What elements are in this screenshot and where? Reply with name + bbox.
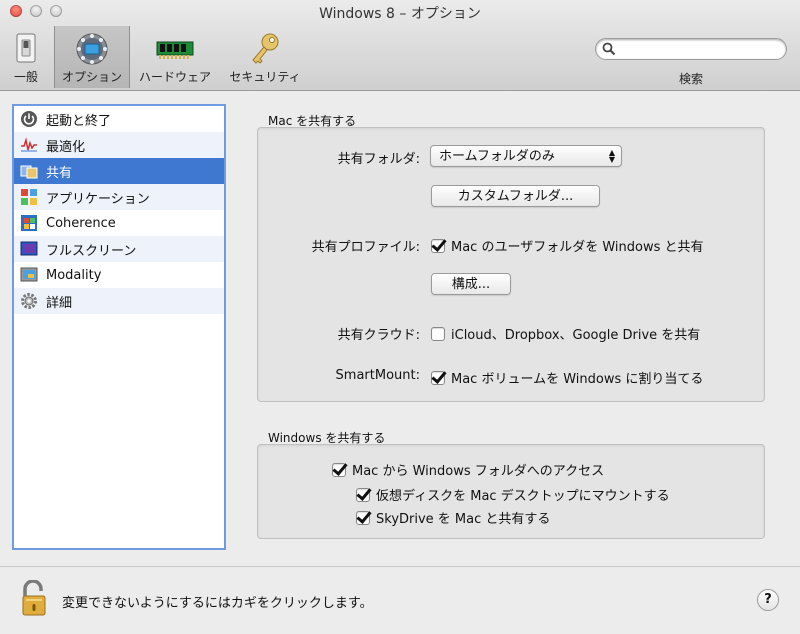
windows-access-checkbox[interactable]: Mac から Windows フォルダへのアクセス (332, 460, 604, 479)
lock-icon[interactable] (20, 579, 48, 622)
sidebar-item-startup-shutdown[interactable]: 起動と終了 (14, 106, 224, 132)
fullscreen-icon (20, 240, 38, 258)
folders-icon (20, 162, 38, 180)
mount-disk-check[interactable] (356, 487, 370, 502)
sidebar-item-advanced[interactable]: 詳細 (14, 288, 224, 314)
coherence-icon (20, 214, 38, 232)
sidebar-item-coherence[interactable]: Coherence (14, 210, 224, 236)
shared-folders-popup[interactable]: ホームフォルダのみ ▲ ▼ (430, 145, 622, 167)
options-window: Windows 8 – オプション 一般 オプション ハードウェア セキュリティ… (0, 0, 800, 634)
shared-cloud-check[interactable] (431, 326, 445, 341)
search-input[interactable] (618, 41, 782, 59)
windows-access-check[interactable] (332, 462, 346, 477)
toolbar-options[interactable]: オプション (54, 26, 130, 88)
custom-folder-button[interactable]: カスタムフォルダ... (431, 185, 600, 207)
key-icon (248, 32, 282, 69)
window-title: Windows 8 – オプション (319, 6, 481, 22)
configure-button[interactable]: 構成... (431, 273, 511, 295)
skydrive-checkbox[interactable]: SkyDrive を Mac と共有する (356, 508, 550, 527)
search-area: 検索 (595, 38, 787, 86)
help-button[interactable]: ? (757, 589, 779, 611)
switch-icon (11, 32, 41, 67)
smartmount-check[interactable] (431, 370, 445, 385)
skydrive-check[interactable] (356, 510, 370, 525)
sidebar-item-optimization[interactable]: 最適化 (14, 132, 224, 158)
lock-text: 変更できないようにするにはカギをクリックします。 (62, 596, 373, 611)
title-toolbar: Windows 8 – オプション 一般 オプション ハードウェア セキュリティ… (0, 0, 800, 91)
activity-icon (20, 136, 38, 154)
shared-cloud-label: 共有クラウド: (337, 328, 420, 343)
sidebar-item-applications[interactable]: アプリケーション (14, 184, 224, 210)
mac-share-group (257, 127, 765, 402)
shared-profile-check[interactable] (431, 238, 445, 253)
gear-icon (20, 292, 38, 310)
shared-cloud-checkbox[interactable]: iCloud、Dropbox、Google Drive を共有 (431, 324, 700, 343)
smartmount-checkbox[interactable]: Mac ボリュームを Windows に割り当てる (431, 368, 703, 387)
sidebar-item-sharing[interactable]: 共有 (14, 158, 224, 184)
options-sidebar: 起動と終了 最適化 共有 アプリケーション Coherence フルスクリーン … (12, 104, 226, 550)
power-icon (20, 110, 38, 128)
popup-arrows-icon: ▲ ▼ (608, 148, 615, 164)
options-icon (74, 32, 110, 69)
sidebar-item-fullscreen[interactable]: フルスクリーン (14, 236, 224, 262)
modality-icon (20, 266, 38, 284)
toolbar-general[interactable]: 一般 (0, 26, 52, 88)
sidebar-item-modality[interactable]: Modality (14, 262, 224, 288)
mount-disk-checkbox[interactable]: 仮想ディスクを Mac デスクトップにマウントする (356, 485, 670, 504)
apps-icon (20, 188, 38, 206)
bottom-bar: 変更できないようにするにはカギをクリックします。 ? (0, 566, 800, 634)
shared-profile-checkbox[interactable]: Mac のユーザフォルダを Windows と共有 (431, 236, 704, 255)
search-field[interactable] (595, 38, 787, 60)
toolbar-hardware[interactable]: ハードウェア (132, 26, 218, 88)
shared-folders-label: 共有フォルダ: (337, 152, 420, 167)
search-label: 検索 (678, 72, 703, 86)
toolbar-security[interactable]: セキュリティ (222, 26, 308, 88)
memory-chip-icon (155, 32, 195, 67)
smartmount-label: SmartMount: (335, 368, 420, 383)
search-icon (602, 42, 616, 60)
shared-profile-label: 共有プロファイル: (311, 240, 420, 255)
